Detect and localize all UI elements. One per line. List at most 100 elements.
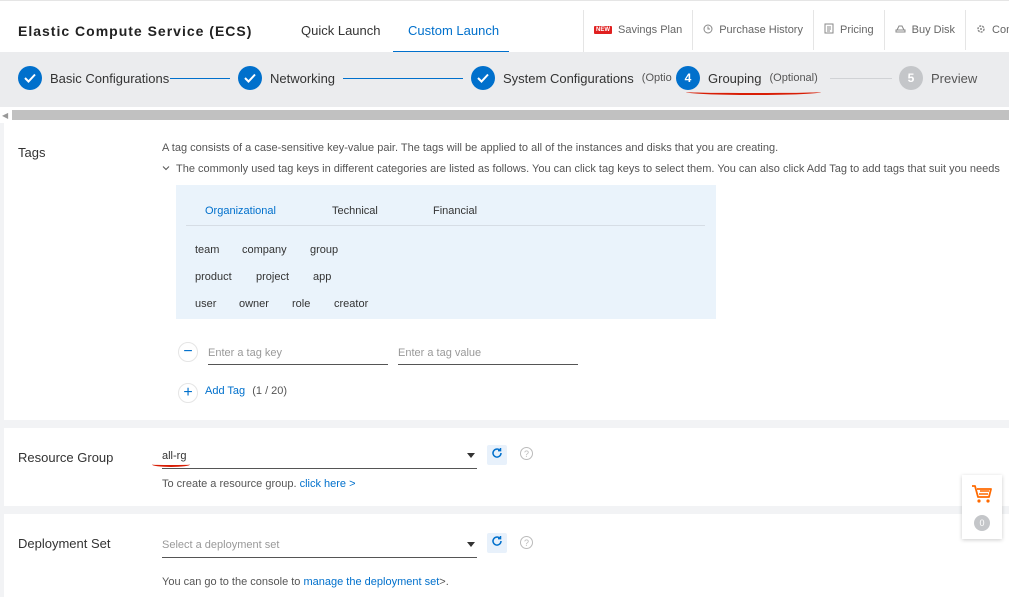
tag-key-chip[interactable]: app <box>313 271 331 283</box>
app-title: Elastic Compute Service (ECS) <box>18 23 253 39</box>
check-icon <box>18 66 42 90</box>
tab-organizational[interactable]: Organizational <box>205 205 276 217</box>
add-tag-icon-button[interactable]: + <box>178 383 198 403</box>
step-grouping[interactable]: 4 Grouping (Optional) <box>676 66 818 90</box>
tag-key-input[interactable]: Enter a tag key <box>208 343 388 365</box>
purchase-history-link[interactable]: Purchase History <box>693 10 814 50</box>
check-icon <box>471 66 495 90</box>
tag-key-chip[interactable]: project <box>256 271 289 283</box>
step-optional: (Optio <box>641 72 672 84</box>
deployment-set-help-text: You can go to the console to <box>162 576 301 588</box>
tags-description: A tag consists of a case-sensitive key-v… <box>162 142 779 154</box>
create-resource-group-link[interactable]: click here > <box>300 478 356 490</box>
step-preview[interactable]: 5 Preview <box>899 66 977 90</box>
tag-key-chip[interactable]: product <box>195 271 232 283</box>
deployment-set-select[interactable]: Select a deployment set <box>162 534 477 558</box>
wizard-steps: Basic Configurations Networking System C… <box>0 52 1009 107</box>
refresh-button[interactable] <box>487 533 507 553</box>
tag-key-chip[interactable]: owner <box>239 298 269 310</box>
step-number: 5 <box>899 66 923 90</box>
caret-down-icon <box>467 542 475 547</box>
manage-deployment-set-link[interactable]: manage the deployment set <box>304 576 440 588</box>
console-label: Con <box>992 24 1009 36</box>
savings-plan-link[interactable]: NEW Savings Plan <box>584 10 694 50</box>
tag-key-chip[interactable]: creator <box>334 298 368 310</box>
tags-common-note[interactable]: The commonly used tag keys in different … <box>162 163 1000 175</box>
header-links: NEW Savings Plan Purchase History Pricin… <box>583 10 1009 53</box>
help-icon[interactable]: ? <box>520 447 533 460</box>
cart-icon <box>971 484 993 509</box>
step-networking[interactable]: Networking <box>238 66 335 90</box>
remove-tag-button[interactable]: − <box>178 342 198 362</box>
purchase-history-label: Purchase History <box>719 24 803 36</box>
tags-panel: Tags A tag consists of a case-sensitive … <box>4 123 1009 420</box>
step-basic-configurations[interactable]: Basic Configurations <box>18 66 169 90</box>
tag-key-chip[interactable]: group <box>310 244 338 256</box>
tags-label: Tags <box>18 145 46 160</box>
disk-icon <box>895 24 906 36</box>
step-label: Networking <box>270 70 336 86</box>
check-icon <box>238 66 262 90</box>
deployment-set-help-suffix: >. <box>439 576 449 588</box>
cart-count: 0 <box>974 514 990 531</box>
tag-key-chip[interactable]: user <box>195 298 216 310</box>
common-note-text: The commonly used tag keys in different … <box>176 163 1000 175</box>
tab-quick-launch[interactable]: Quick Launch <box>301 23 381 38</box>
common-tag-keys-box: Organizational Technical Financial team … <box>176 185 716 319</box>
buy-disk-label: Buy Disk <box>911 24 956 36</box>
horizontal-scrollbar[interactable]: ◀ <box>0 107 1009 123</box>
caret-down-icon <box>467 453 475 458</box>
step-optional: (Optional) <box>769 72 818 84</box>
add-tag-label[interactable]: Add Tag <box>205 385 245 397</box>
step-connector <box>170 78 230 79</box>
step-label: Grouping <box>708 70 762 86</box>
step-number: 4 <box>676 66 700 90</box>
refresh-button[interactable] <box>487 445 507 465</box>
tab-financial[interactable]: Financial <box>433 205 477 217</box>
console-link[interactable]: Con <box>966 10 1009 50</box>
gear-icon <box>976 24 986 37</box>
top-header: Elastic Compute Service (ECS) Quick Laun… <box>0 0 1009 53</box>
deployment-set-placeholder: Select a deployment set <box>162 539 280 551</box>
tag-key-chip[interactable]: team <box>195 244 219 256</box>
tag-key-chip[interactable]: role <box>292 298 310 310</box>
resource-group-help-text: To create a resource group. <box>162 478 297 490</box>
resource-group-value: all-rg <box>162 450 187 462</box>
step-label: Basic Configurations <box>50 70 170 86</box>
step-label: Preview <box>931 70 978 86</box>
annotation-underline <box>686 89 821 95</box>
refresh-icon <box>491 534 503 552</box>
resource-group-help: To create a resource group. click here > <box>162 478 356 490</box>
shopping-cart-button[interactable]: 0 <box>962 475 1002 539</box>
divider <box>186 225 705 226</box>
add-tag-button[interactable]: Add Tag (1 / 20) <box>205 385 287 397</box>
resource-group-select[interactable]: all-rg <box>162 445 477 469</box>
tab-technical[interactable]: Technical <box>332 205 378 217</box>
buy-disk-link[interactable]: Buy Disk <box>885 10 967 50</box>
refresh-icon <box>491 446 503 464</box>
step-system-configurations[interactable]: System Configurations (Optio <box>471 66 672 90</box>
annotation-underline <box>152 462 190 467</box>
pricing-link[interactable]: Pricing <box>814 10 885 50</box>
resource-group-panel: Resource Group all-rg ? To create a reso… <box>4 428 1009 506</box>
help-icon[interactable]: ? <box>520 536 533 549</box>
savings-plan-label: Savings Plan <box>618 24 683 36</box>
scroll-left-icon[interactable]: ◀ <box>2 111 8 120</box>
tag-key-chip[interactable]: company <box>242 244 287 256</box>
scroll-thumb[interactable] <box>12 110 1009 120</box>
minus-icon: − <box>183 343 193 360</box>
new-badge-icon: NEW <box>594 26 612 34</box>
deployment-set-label: Deployment Set <box>18 536 111 551</box>
plus-icon: + <box>183 384 193 401</box>
pricing-label: Pricing <box>839 24 874 36</box>
step-label: System Configurations <box>503 70 634 86</box>
deployment-set-panel: Deployment Set Select a deployment set ?… <box>4 514 1009 597</box>
tag-count: (1 / 20) <box>252 385 288 397</box>
tag-value-input[interactable]: Enter a tag value <box>398 343 578 365</box>
step-connector <box>830 78 892 79</box>
step-connector <box>343 78 463 79</box>
chevron-down-icon[interactable] <box>162 163 170 175</box>
resource-group-label: Resource Group <box>18 450 114 465</box>
tab-custom-launch[interactable]: Custom Launch <box>408 23 499 38</box>
clock-icon <box>703 24 713 37</box>
